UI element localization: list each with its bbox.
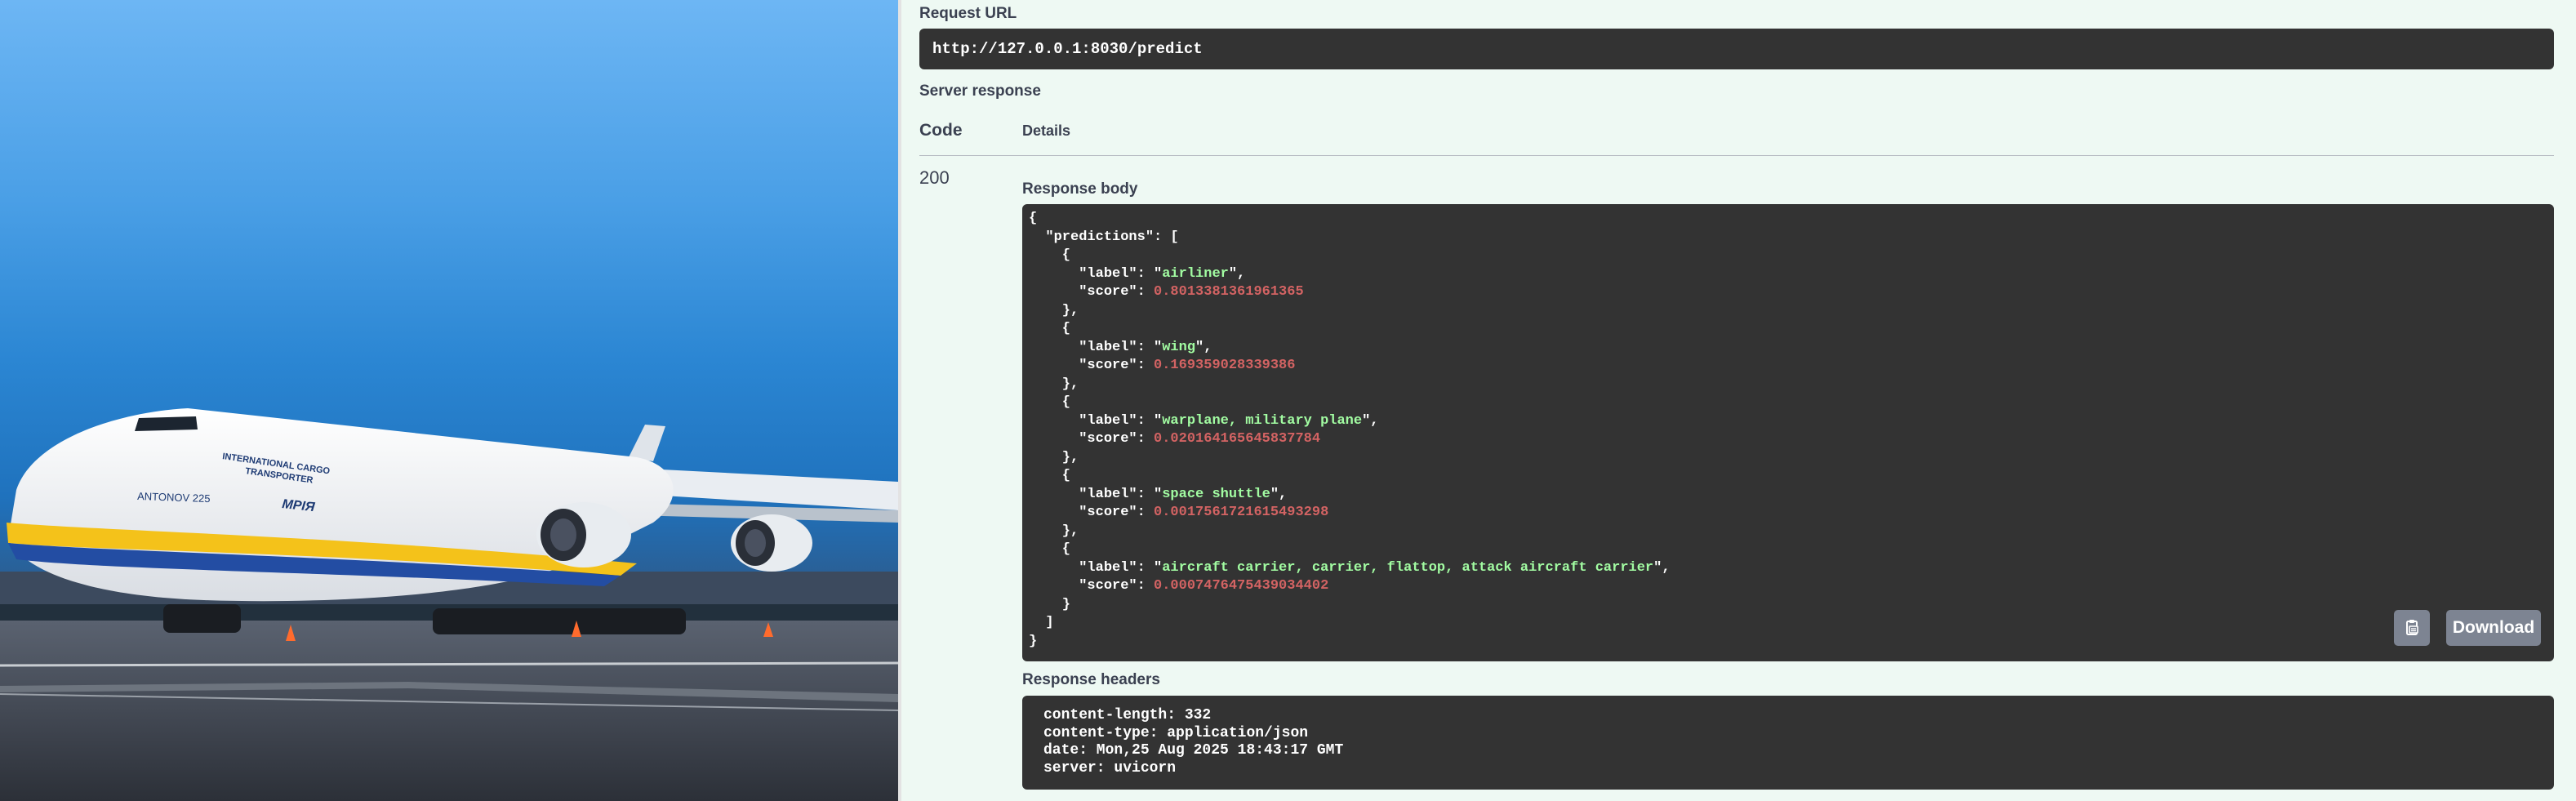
prediction-label: wing <box>1162 339 1196 355</box>
header-line: server: uvicorn <box>1043 759 1177 777</box>
response-code: 200 <box>919 167 950 188</box>
response-body-label: Response body <box>1022 180 1138 198</box>
header-line: date: Mon,25 Aug 2025 18:43:17 GMT <box>1043 742 1344 759</box>
prediction-score: 0.0007476475439034402 <box>1154 578 1329 594</box>
response-body-json: { "predictions": [ { "label": "airliner"… <box>1029 211 1671 649</box>
prediction-score: 0.8013381361961365 <box>1154 284 1304 300</box>
prediction-label: warplane, military plane <box>1162 412 1363 429</box>
prediction-label: airliner <box>1162 265 1229 282</box>
json-predictions-key: "predictions": [ <box>1029 229 1179 245</box>
download-button[interactable]: Download <box>2446 610 2541 646</box>
response-headers-label: Response headers <box>1022 671 1160 688</box>
aircraft-photo: INTERNATIONAL CARGO TRANSPORTER ANTONOV … <box>0 0 898 801</box>
request-url-label: Request URL <box>919 5 1017 22</box>
header-line: content-type: application/json <box>1043 724 1309 741</box>
svg-text:ANTONOV 225: ANTONOV 225 <box>137 490 211 505</box>
prediction-score: 0.0017561721615493298 <box>1154 505 1329 520</box>
api-response-panel: Request URL http://127.0.0.1:8030/predic… <box>901 0 2576 801</box>
details-column-header: Details <box>1022 122 1071 139</box>
antonov-an225-aircraft-image: INTERNATIONAL CARGO TRANSPORTER ANTONOV … <box>0 408 898 801</box>
response-body-block[interactable]: { "predictions": [ { "label": "airliner"… <box>1022 204 2554 661</box>
prediction-score: 0.169359028339386 <box>1154 358 1296 373</box>
json-open-brace: { <box>1029 211 1038 226</box>
table-divider <box>919 155 2554 156</box>
json-close-brace: } <box>1029 633 1038 649</box>
response-headers-text: content-length: 332 content-type: applic… <box>1043 707 1343 777</box>
clipboard-copy-icon <box>2406 620 2418 635</box>
prediction-label: space shuttle <box>1162 486 1270 502</box>
copy-to-clipboard-button[interactable] <box>2394 610 2430 646</box>
prediction-score: 0.020164165645837784 <box>1154 431 1321 447</box>
request-url-field[interactable]: http://127.0.0.1:8030/predict <box>919 29 2554 69</box>
header-line: content-length: 332 <box>1043 707 1212 723</box>
prediction-label: aircraft carrier, carrier, flattop, atta… <box>1162 559 1654 576</box>
code-column-header: Code <box>919 121 963 140</box>
server-response-label: Server response <box>919 82 1041 100</box>
response-headers-block[interactable]: content-length: 332 content-type: applic… <box>1022 696 2554 790</box>
json-close-array: ] <box>1029 615 1054 630</box>
